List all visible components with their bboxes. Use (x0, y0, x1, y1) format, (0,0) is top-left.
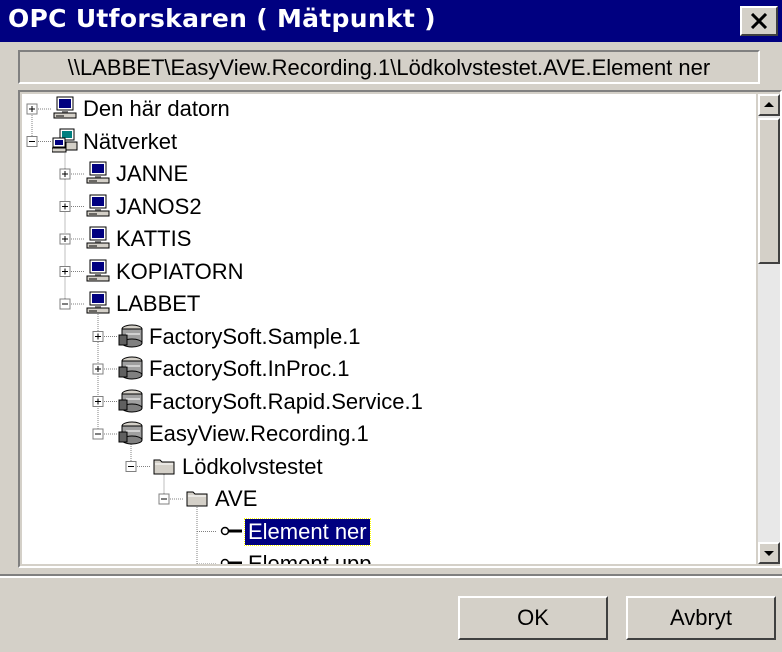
tree-item-label: AVE (215, 486, 258, 511)
server-icon (118, 389, 146, 415)
path-display: \\LABBET\EasyView.Recording.1\Lödkolvste… (18, 50, 760, 84)
computer-icon (85, 161, 113, 187)
computer-icon (85, 259, 113, 285)
tree-item-label: FactorySoft.Rapid.Service.1 (149, 388, 423, 414)
collapse-icon[interactable] (158, 493, 170, 505)
tag-icon (217, 551, 245, 564)
collapse-icon[interactable] (92, 428, 104, 440)
tree-item[interactable]: FactorySoft.InProc.1 (118, 355, 353, 383)
tree-item[interactable]: Lödkolvstestet (151, 453, 326, 481)
arrow-up-icon (764, 102, 774, 107)
tree-item[interactable]: Element upp (217, 550, 375, 564)
scroll-down-button[interactable] (758, 542, 780, 564)
tree-item-label: Lödkolvstestet (182, 453, 323, 479)
expand-icon[interactable] (92, 331, 104, 342)
expand-icon[interactable] (59, 168, 71, 180)
tree-item[interactable]: KOPIATORN (85, 258, 247, 286)
tree-item-label: FactorySoft.InProc.1 (149, 356, 350, 381)
computer-icon (85, 194, 113, 220)
tree-item-label: EasyView.Recording.1 (149, 421, 369, 446)
tree-item[interactable]: Nätverket (52, 128, 180, 156)
scroll-up-button[interactable] (758, 94, 780, 116)
close-icon (750, 13, 768, 29)
opc-explorer-dialog: OPC Utforskaren ( Mätpunkt ) \\LABBET\Ea… (0, 0, 782, 652)
computer-icon (85, 226, 113, 252)
tree-item[interactable]: Den här datorn (52, 95, 233, 123)
scroll-thumb[interactable] (758, 118, 780, 264)
tree-item[interactable]: FactorySoft.Rapid.Service.1 (118, 388, 426, 416)
collapse-icon[interactable] (125, 461, 137, 472)
server-icon (118, 421, 146, 447)
title-bar[interactable]: OPC Utforskaren ( Mätpunkt ) (0, 0, 782, 42)
arrow-down-icon (764, 551, 774, 556)
tree-item[interactable]: KATTIS (85, 225, 194, 253)
computer-icon (85, 291, 113, 317)
tree-item[interactable]: Element ner (217, 517, 371, 546)
expand-icon[interactable] (59, 201, 71, 212)
tree-item-label: Nätverket (83, 128, 178, 154)
cancel-button[interactable]: Avbryt (626, 596, 776, 640)
tree-item[interactable]: JANNE (85, 160, 191, 188)
tree-item[interactable]: FactorySoft.Sample.1 (118, 323, 364, 351)
expand-icon[interactable] (92, 363, 104, 375)
tree-item-label: JANOS2 (116, 193, 202, 219)
server-icon (118, 356, 146, 382)
ok-button[interactable]: OK (458, 596, 608, 640)
expand-icon[interactable] (92, 396, 104, 407)
folder-icon (184, 486, 212, 512)
tree-item-label: LABBET (116, 291, 201, 316)
path-text: \\LABBET\EasyView.Recording.1\Lödkolvste… (67, 55, 711, 80)
tree-item-label: FactorySoft.Sample.1 (149, 323, 361, 349)
tree-content[interactable]: Den här datorn Nätverket JANNE JANOS2 KATTIS… (22, 94, 756, 564)
tree-item-label: KOPIATORN (116, 258, 244, 284)
collapse-icon[interactable] (59, 298, 71, 310)
expand-icon[interactable] (26, 103, 38, 115)
separator-highlight (0, 576, 782, 578)
tree-item[interactable]: JANOS2 (85, 193, 205, 221)
tree-item[interactable]: EasyView.Recording.1 (118, 420, 372, 448)
computer-icon (52, 96, 80, 122)
close-button[interactable] (740, 6, 778, 36)
tree-item-label: KATTIS (116, 226, 192, 251)
tree-item-label: Element ner (244, 517, 371, 546)
folder-icon (151, 454, 179, 480)
window-title: OPC Utforskaren ( Mätpunkt ) (8, 4, 436, 33)
tree-item-label: JANNE (116, 161, 189, 186)
collapse-icon[interactable] (26, 136, 38, 147)
server-icon (118, 324, 146, 350)
tree-view[interactable]: Den här datorn Nätverket JANNE JANOS2 KATTIS… (18, 90, 782, 568)
tree-item-label: Element upp (248, 551, 372, 564)
network-icon (52, 128, 80, 155)
vertical-scrollbar[interactable] (758, 94, 780, 564)
tree-item-label: Den här datorn (83, 96, 230, 121)
tag-icon (217, 519, 245, 545)
tree-item[interactable]: AVE (184, 485, 260, 513)
expand-icon[interactable] (59, 266, 71, 277)
expand-icon[interactable] (59, 233, 71, 245)
tree-item[interactable]: LABBET (85, 290, 203, 318)
